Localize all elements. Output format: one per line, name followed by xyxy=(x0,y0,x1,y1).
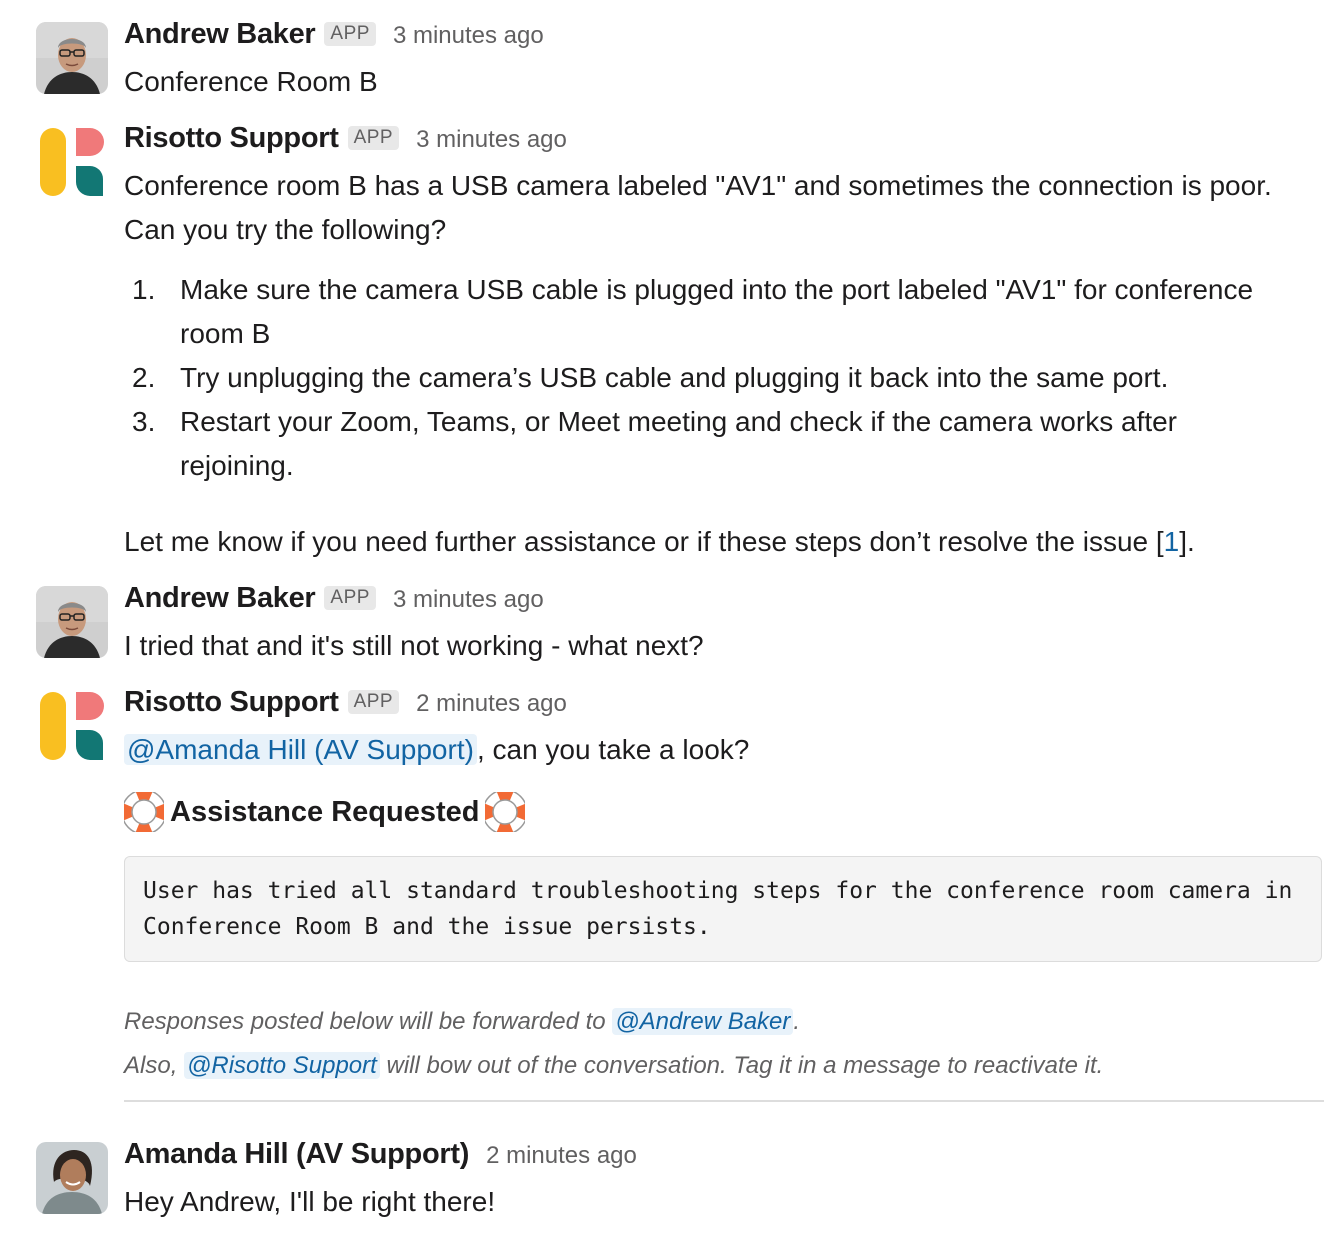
list-number: 2. xyxy=(132,362,156,393)
timestamp[interactable]: 2 minutes ago xyxy=(416,690,567,718)
app-badge: APP xyxy=(324,586,376,610)
list-number: 1. xyxy=(132,274,156,305)
list-item-text: Try unplugging the camera’s USB cable an… xyxy=(180,362,1169,393)
timestamp[interactable]: 3 minutes ago xyxy=(393,22,544,50)
note-text-end: . xyxy=(793,1008,801,1035)
message-line: Conference room B has a USB camera label… xyxy=(124,170,1272,201)
message-header: Amanda Hill (AV Support) 2 minutes ago xyxy=(124,1138,637,1174)
message-header: Andrew Baker APP 3 minutes ago xyxy=(124,18,544,54)
list-item: 1. Make sure the camera USB cable is plu… xyxy=(124,268,1260,356)
forward-note: Responses posted below will be forwarded… xyxy=(124,1004,800,1040)
andrew-avatar[interactable] xyxy=(36,22,108,94)
list-item-text: Restart your Zoom, Teams, or Meet meetin… xyxy=(180,406,1177,481)
citation-link[interactable]: 1 xyxy=(1164,526,1180,557)
message-header: Andrew Baker APP 3 minutes ago xyxy=(124,582,544,618)
sender-name[interactable]: Andrew Baker xyxy=(124,582,316,615)
timestamp[interactable]: 3 minutes ago xyxy=(393,586,544,614)
user-mention[interactable]: @Amanda Hill (AV Support) xyxy=(124,734,477,765)
message-text-rest: , can you take a look? xyxy=(476,734,750,765)
andrew-avatar[interactable] xyxy=(36,586,108,658)
message-text: @Amanda Hill (AV Support), can you take … xyxy=(124,728,749,772)
note-text-end: will bow out of the conversation. Tag it… xyxy=(379,1052,1104,1079)
list-item: 3. Restart your Zoom, Teams, or Meet mee… xyxy=(124,400,1260,488)
list-item: 2. Try unplugging the camera’s USB cable… xyxy=(124,356,1324,400)
lifebuoy-icon xyxy=(482,789,529,835)
message-text: Hey Andrew, I'll be right there! xyxy=(124,1186,496,1217)
code-block: User has tried all standard troubleshoot… xyxy=(124,856,1322,962)
timestamp[interactable]: 3 minutes ago xyxy=(416,126,567,154)
message-header: Risotto Support APP 3 minutes ago xyxy=(124,122,567,158)
amanda-avatar[interactable] xyxy=(36,1142,108,1214)
sender-name[interactable]: Risotto Support xyxy=(124,686,339,719)
message-text: Conference Room B xyxy=(124,66,378,97)
timestamp[interactable]: 2 minutes ago xyxy=(486,1142,637,1170)
message-text: I tried that and it's still not working … xyxy=(124,630,704,661)
bot-mention[interactable]: @Risotto Support xyxy=(184,1052,380,1079)
note-text: Also, xyxy=(124,1052,185,1079)
note-text: Responses posted below will be forwarded… xyxy=(124,1008,613,1035)
list-number: 3. xyxy=(132,406,156,437)
app-badge: APP xyxy=(324,22,376,46)
user-mention[interactable]: @Andrew Baker xyxy=(612,1008,794,1035)
risotto-logo-icon[interactable] xyxy=(40,126,108,196)
bow-out-note: Also, @Risotto Support will bow out of t… xyxy=(124,1048,1103,1084)
app-badge: APP xyxy=(347,690,400,714)
lifebuoy-icon xyxy=(121,789,167,835)
sender-name[interactable]: Andrew Baker xyxy=(124,18,316,51)
app-badge: APP xyxy=(347,126,400,150)
steps-list: 1. Make sure the camera USB cable is plu… xyxy=(124,268,1324,488)
message-closing: Let me know if you need further assistan… xyxy=(124,520,1195,564)
risotto-logo-icon[interactable] xyxy=(40,690,108,760)
sender-name[interactable]: Risotto Support xyxy=(124,122,339,155)
closing-text-end: ]. xyxy=(1179,526,1195,557)
closing-text: Let me know if you need further assistan… xyxy=(124,526,1164,557)
list-item-text: Make sure the camera USB cable is plugge… xyxy=(180,274,1254,349)
divider xyxy=(124,1100,1324,1102)
logo-yellow-bar xyxy=(40,128,66,196)
message-line: Can you try the following? xyxy=(124,214,447,245)
assistance-heading: Assistance Requested xyxy=(121,789,529,835)
sender-name[interactable]: Amanda Hill (AV Support) xyxy=(124,1138,469,1171)
heading-text: Assistance Requested xyxy=(170,796,480,828)
message-header: Risotto Support APP 2 minutes ago xyxy=(124,686,567,722)
